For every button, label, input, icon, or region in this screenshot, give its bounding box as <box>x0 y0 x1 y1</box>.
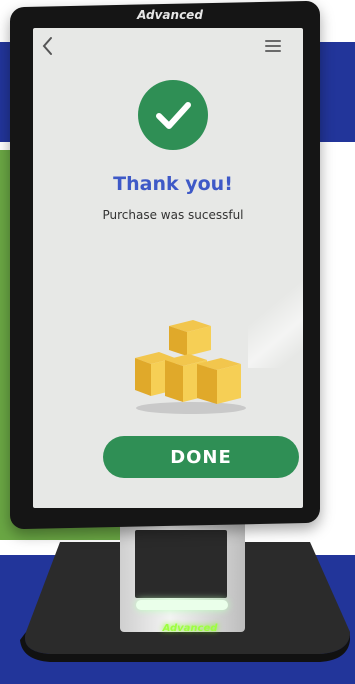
kiosk-light-bar <box>136 600 228 610</box>
screen-glare <box>248 278 303 368</box>
hamburger-menu-icon <box>265 40 281 42</box>
check-icon <box>156 102 191 129</box>
boxes-icon <box>135 320 246 414</box>
menu-button[interactable] <box>265 40 281 54</box>
confirmation-title: Thank you! <box>113 173 233 195</box>
chevron-left-icon <box>42 37 52 55</box>
kiosk-dispenser-window <box>135 530 227 598</box>
success-badge <box>138 80 208 150</box>
kiosk-screen: Thank you! Purchase was sucessful DONE <box>33 28 303 508</box>
base-logo: Advanced <box>162 623 218 634</box>
confirmation-subtitle: Purchase was sucessful <box>102 208 244 222</box>
done-button[interactable]: DONE <box>103 436 299 478</box>
back-button[interactable] <box>37 34 61 58</box>
brand-logo: Advanced <box>137 8 203 22</box>
